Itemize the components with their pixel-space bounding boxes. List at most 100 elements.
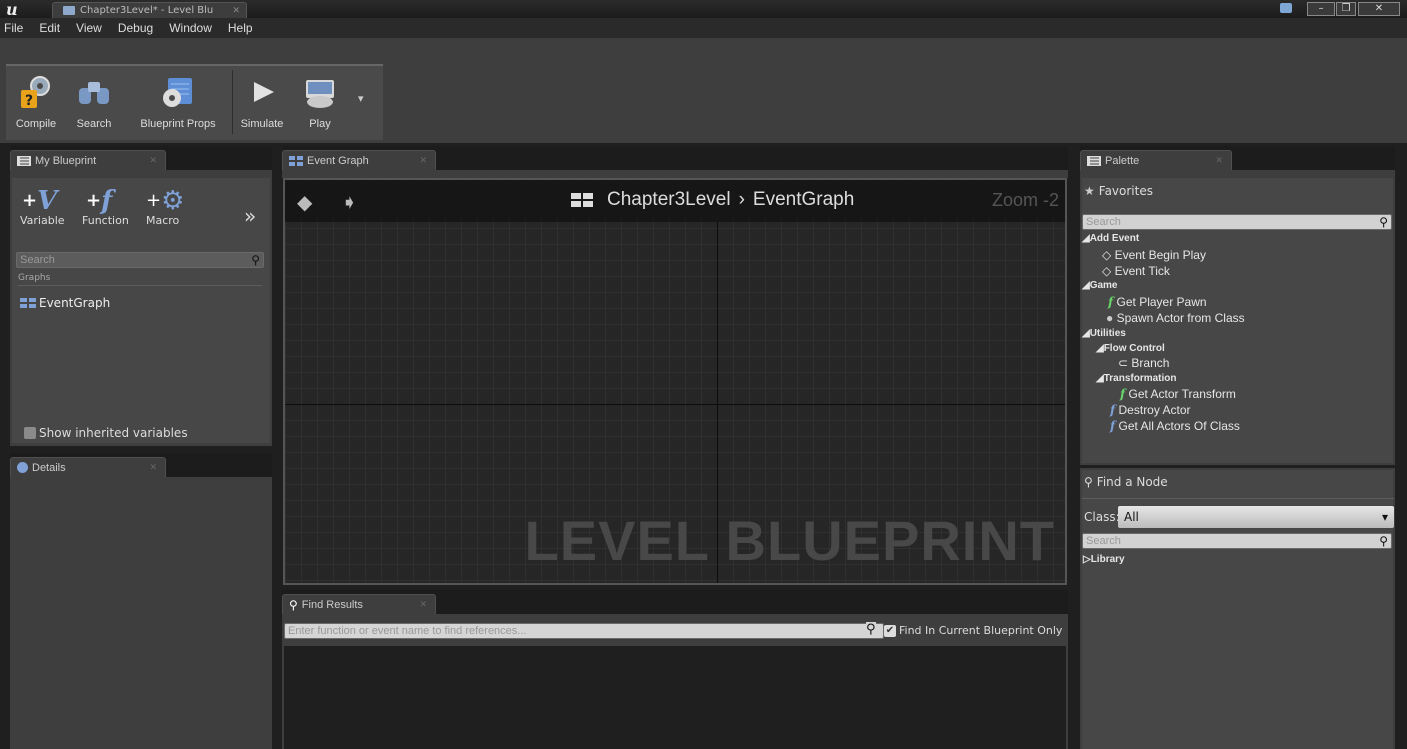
find-a-node-panel: ⚲ Find a Node Class: All ▾ Search ⚲ ▷Lib… — [1080, 468, 1395, 749]
favorites-label: Favorites — [1098, 184, 1153, 198]
close-window-button[interactable]: ✕ — [1358, 2, 1400, 16]
tree-item-destroy-actor[interactable]: f Destroy Actor — [1110, 403, 1191, 417]
close-tab-icon[interactable]: ✕ — [419, 155, 427, 166]
tab-details-label: Details — [32, 461, 66, 474]
compile-label: Compile — [15, 118, 57, 130]
event-tick-label: Event Tick — [1114, 264, 1170, 278]
my-blueprint-search-input[interactable]: Search ⚲ — [16, 252, 264, 268]
close-tab-icon[interactable]: ✕ — [1215, 155, 1223, 166]
tab-palette[interactable]: Palette ✕ — [1080, 150, 1232, 170]
tree-item-get-player-pawn[interactable]: f Get Player Pawn — [1108, 295, 1207, 309]
tree-category-flow-control[interactable]: ◢Flow Control — [1096, 343, 1165, 354]
search-icon: ⚲ — [1379, 534, 1388, 548]
breadcrumb-graph[interactable]: EventGraph — [753, 189, 854, 211]
palette-search-input[interactable]: Search ⚲ — [1082, 214, 1392, 230]
macro-label: Macro — [146, 214, 180, 227]
title-bar: u Chapter3Level* - Level Blu ✕ – ❐ ✕ — [0, 0, 1407, 19]
level-blueprint-watermark: LEVEL BLUEPRINT — [524, 509, 1055, 572]
function-icon: f — [1110, 419, 1116, 433]
tab-event-graph[interactable]: Event Graph ✕ — [282, 150, 436, 170]
tree-category-utilities[interactable]: ◢Utilities — [1082, 328, 1126, 339]
tab-my-blueprint-label: My Blueprint — [35, 154, 97, 167]
menu-help[interactable]: Help — [228, 21, 253, 35]
tab-find-results[interactable]: ⚲ Find Results ✕ — [282, 594, 436, 614]
class-value: All — [1124, 510, 1139, 524]
more-options-icon[interactable]: » — [244, 204, 256, 228]
search-icon: ⚲ — [289, 597, 298, 612]
breadcrumb-separator: › — [738, 189, 745, 210]
spawn-icon: ● — [1106, 311, 1114, 325]
close-tab-icon[interactable]: ✕ — [232, 6, 240, 16]
variable-label: Variable — [20, 214, 65, 227]
level-document-icon — [63, 6, 75, 15]
maximize-button[interactable]: ❐ — [1336, 2, 1356, 16]
blueprint-props-button[interactable]: Blueprint Props — [122, 70, 234, 130]
zoom-level: Zoom -2 — [991, 190, 1059, 210]
close-tab-icon[interactable]: ✕ — [149, 462, 157, 473]
blueprint-props-icon — [163, 78, 192, 107]
find-current-only-checkbox[interactable]: ✔ Find In Current Blueprint Only — [884, 624, 1062, 637]
svg-text:?: ? — [25, 93, 33, 109]
minimize-button[interactable]: – — [1307, 2, 1335, 16]
get-actor-transform-label: Get Actor Transform — [1128, 387, 1236, 401]
find-current-only-label: Find In Current Blueprint Only — [899, 624, 1063, 637]
tab-details[interactable]: Details ✕ — [10, 457, 166, 477]
close-tab-icon[interactable]: ✕ — [419, 599, 427, 610]
find-search-icon[interactable]: ⚲ — [866, 622, 876, 637]
tree-category-add-event[interactable]: ◢Add Event — [1082, 233, 1139, 244]
graph-item-eventgraph[interactable]: EventGraph — [20, 296, 110, 310]
event-graph-label: EventGraph — [39, 296, 111, 310]
add-macro-button[interactable]: +⚙ Macro — [146, 186, 184, 227]
tab-find-results-label: Find Results — [301, 598, 363, 611]
compile-button[interactable]: ? Compile — [6, 70, 66, 130]
show-inherited-checkbox[interactable]: Show inherited variables — [24, 426, 188, 440]
play-options-dropdown-icon[interactable]: ▾ — [358, 92, 364, 105]
tab-my-blueprint[interactable]: My Blueprint ✕ — [10, 150, 166, 170]
tree-item-get-actor-transform[interactable]: f Get Actor Transform — [1120, 387, 1236, 401]
find-a-node-label: Find a Node — [1096, 475, 1168, 489]
breadcrumb-level[interactable]: Chapter3Level — [607, 189, 731, 211]
toolbar-area: ? Compile Search Blueprint Props Simulat… — [0, 38, 1407, 143]
simulate-button[interactable]: Simulate — [234, 70, 290, 130]
document-tab[interactable]: Chapter3Level* - Level Blu ✕ — [52, 2, 247, 18]
function-icon: f — [1120, 387, 1126, 401]
add-variable-button[interactable]: +V Variable — [20, 186, 65, 227]
add-function-button[interactable]: +f Function — [82, 186, 129, 227]
menu-debug[interactable]: Debug — [118, 21, 153, 35]
menu-edit[interactable]: Edit — [39, 21, 60, 35]
list-icon — [17, 155, 31, 166]
event-diamond-icon: ◇ — [1102, 248, 1112, 262]
tree-category-transformation[interactable]: ◢Transformation — [1096, 373, 1177, 384]
forward-arrow-icon[interactable]: ➧ — [341, 190, 358, 214]
notification-icon[interactable] — [1280, 3, 1292, 13]
search-button[interactable]: Search — [66, 70, 122, 130]
my-blueprint-tabstrip: My Blueprint ✕ — [10, 146, 272, 170]
favorites-header[interactable]: ★ Favorites — [1084, 184, 1153, 198]
tree-category-library[interactable]: ▷Library — [1083, 554, 1125, 565]
menu-window[interactable]: Window — [169, 21, 212, 35]
find-a-node-header[interactable]: ⚲ Find a Node — [1084, 475, 1168, 489]
info-icon — [17, 462, 28, 473]
show-inherited-label: Show inherited variables — [39, 426, 188, 440]
tree-item-branch[interactable]: ⊂ Branch — [1118, 356, 1169, 370]
close-tab-icon[interactable]: ✕ — [149, 155, 157, 166]
unreal-logo-icon: u — [6, 0, 18, 19]
tree-item-event-tick[interactable]: ◇ Event Tick — [1102, 264, 1170, 278]
transformation-label: Transformation — [1103, 373, 1177, 384]
tree-item-spawn-actor[interactable]: ● Spawn Actor from Class — [1106, 311, 1245, 325]
play-button[interactable]: Play — [290, 70, 350, 130]
graph-breadcrumb: Chapter3Level › EventGraph — [571, 189, 854, 211]
find-results-search-input[interactable]: Enter function or event name to find ref… — [284, 623, 884, 639]
tree-item-get-all-actors[interactable]: f Get All Actors Of Class — [1110, 419, 1240, 433]
node-search-input[interactable]: Search ⚲ — [1082, 533, 1392, 549]
menu-file[interactable]: File — [4, 21, 23, 35]
event-graph-canvas[interactable]: ◆ ➧ Chapter3Level › EventGraph Zoom -2 L… — [283, 178, 1067, 585]
class-select[interactable]: All ▾ — [1118, 506, 1394, 528]
node-search-placeholder: Search — [1086, 535, 1121, 547]
tree-item-event-begin-play[interactable]: ◇ Event Begin Play — [1102, 248, 1206, 262]
chevron-down-icon: ▾ — [1381, 510, 1388, 524]
menu-view[interactable]: View — [76, 21, 102, 35]
search-icon: ⚲ — [251, 253, 260, 267]
tree-category-game[interactable]: ◢Game — [1082, 280, 1118, 291]
back-arrow-icon[interactable]: ◆ — [297, 190, 312, 214]
